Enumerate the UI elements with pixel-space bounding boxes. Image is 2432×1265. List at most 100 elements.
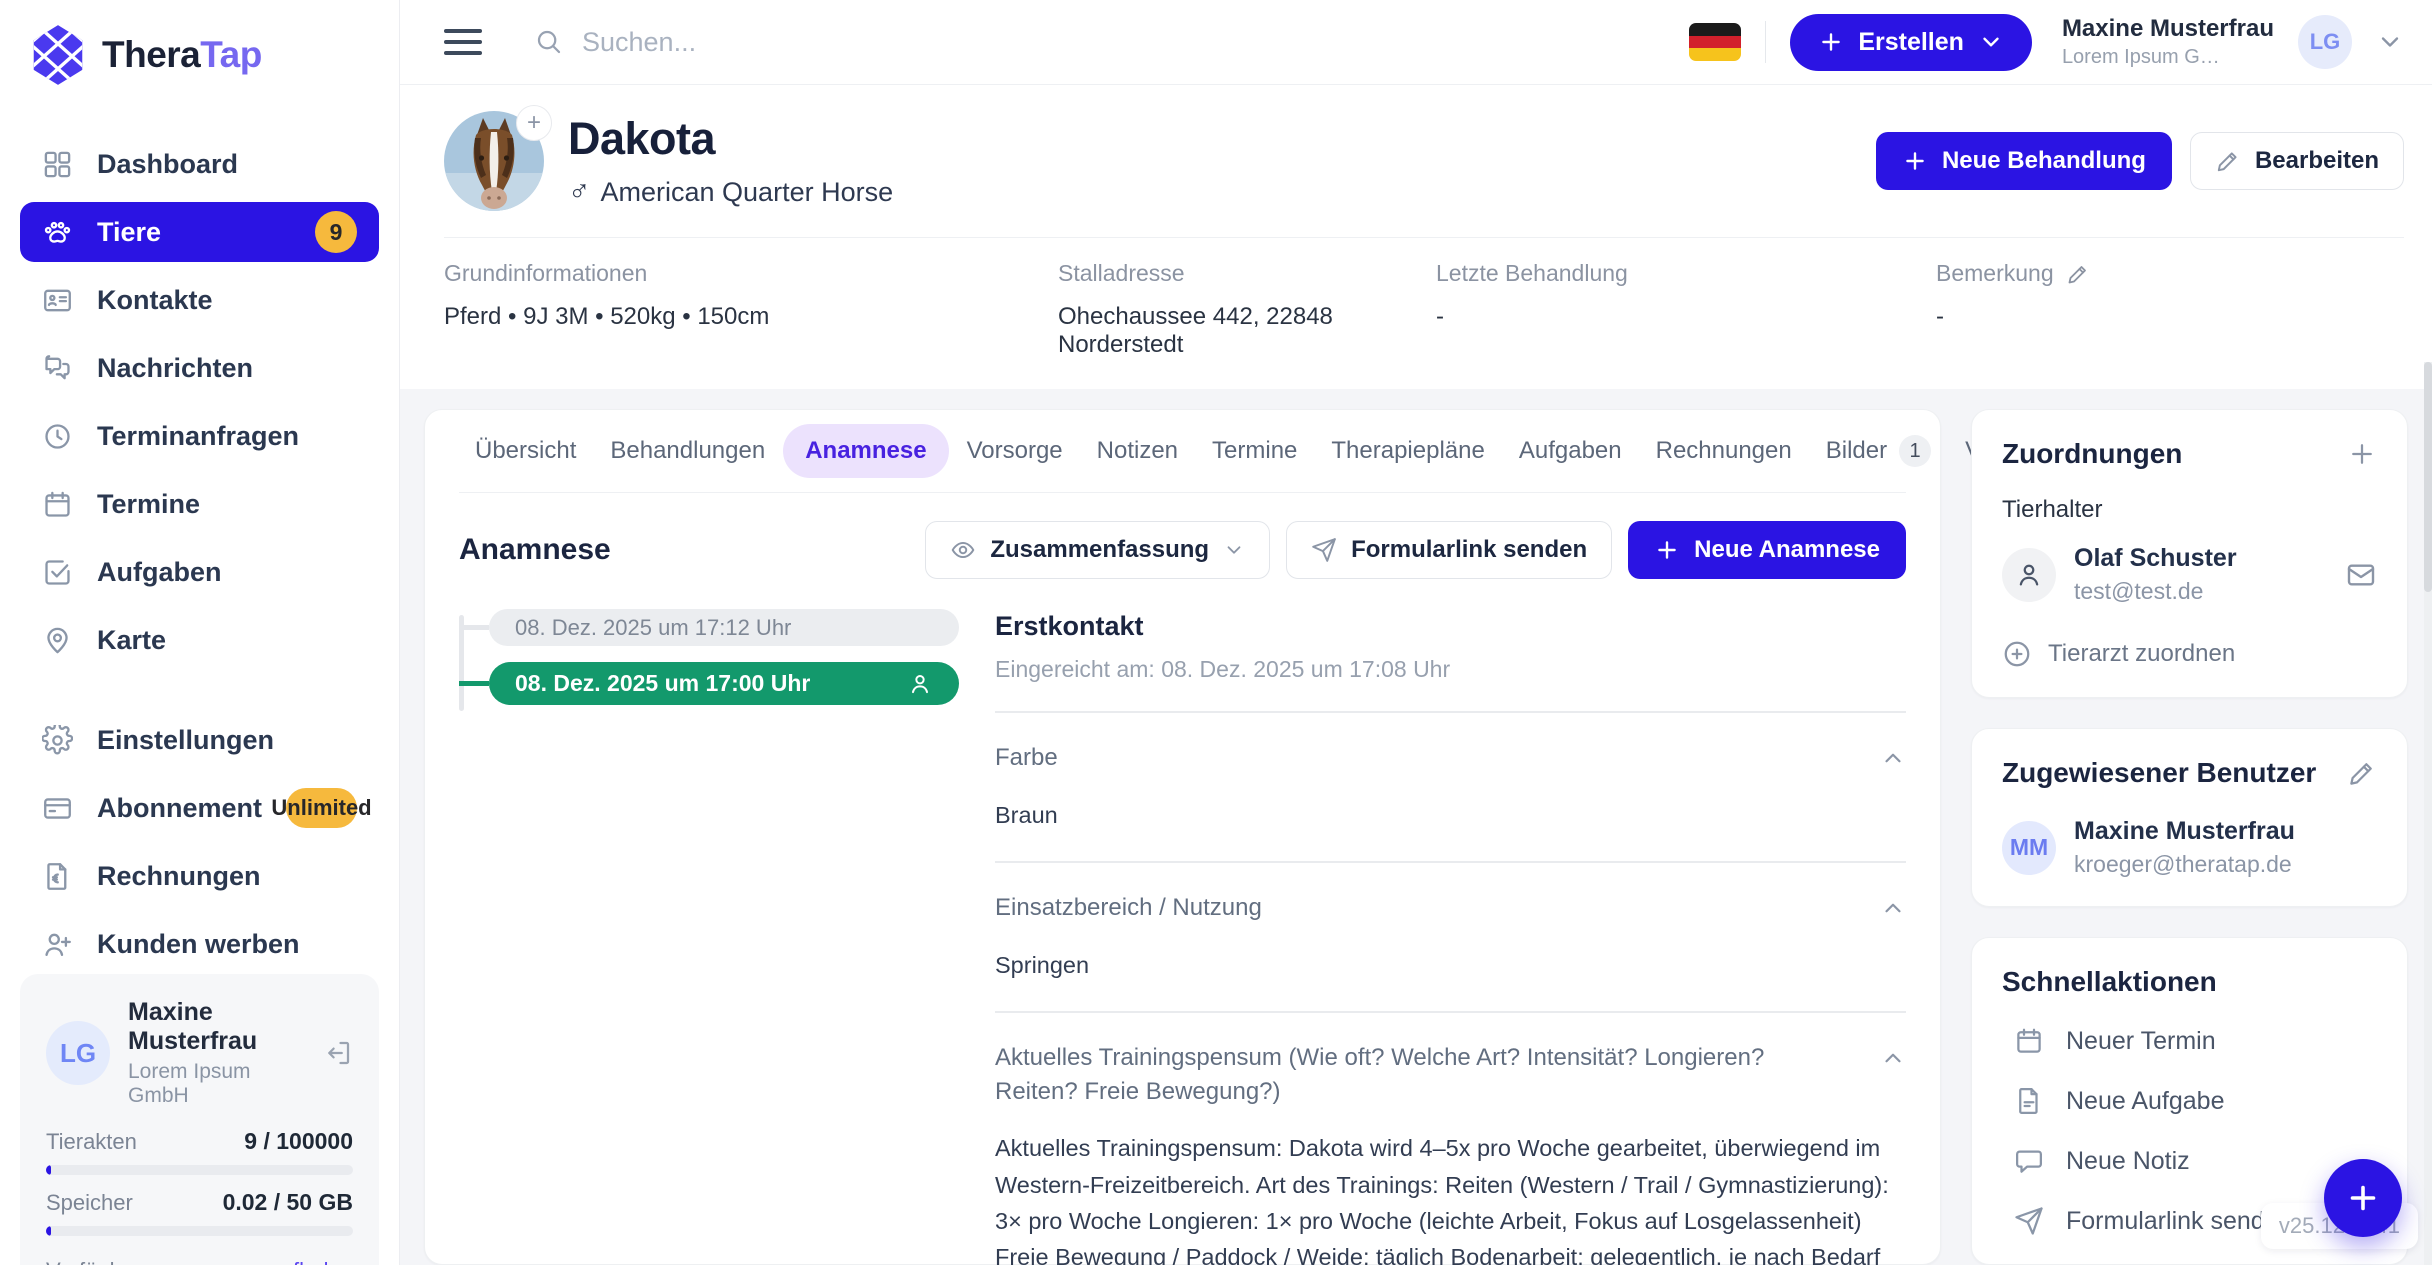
tab-uebersicht[interactable]: Übersicht — [459, 424, 592, 478]
add-assignment-button[interactable] — [2347, 439, 2377, 469]
sidebar-item-einstellungen[interactable]: Einstellungen — [20, 710, 379, 770]
right-column: Zuordnungen Tierhalter Olaf Schuster tes… — [1971, 409, 2408, 1265]
chevron-down-icon — [1978, 29, 2004, 55]
tab-aufgaben[interactable]: Aufgaben — [1503, 424, 1638, 478]
chevron-down-icon — [1223, 539, 1245, 561]
chevron-up-icon — [1880, 745, 1906, 771]
question-label: Einsatzbereich / Nutzung — [995, 891, 1880, 925]
send-form-link-button[interactable]: Formularlink senden — [1286, 521, 1612, 579]
sidebar-item-label: Kunden werben — [97, 929, 300, 960]
assign-vet-button[interactable]: Tierarzt zuordnen — [2002, 639, 2377, 669]
info-label: Grundinformationen — [444, 260, 647, 287]
language-flag-de[interactable] — [1689, 23, 1741, 61]
timeline-entry-1712[interactable]: 08. Dez. 2025 um 17:12 Uhr — [489, 609, 959, 646]
bilder-count-badge: 1 — [1899, 435, 1931, 467]
tab-termine[interactable]: Termine — [1196, 424, 1313, 478]
app-root: TheraTap Dashboard Tiere 9 Kontakte Nach… — [0, 0, 2432, 1265]
animal-info-row: Grundinformationen Pferd • 9J 3M • 520kg… — [444, 237, 2404, 389]
sidebar-item-label: Nachrichten — [97, 353, 253, 384]
owner-row[interactable]: Olaf Schuster test@test.de — [2002, 544, 2377, 605]
new-treatment-button[interactable]: Neue Behandlung — [1876, 132, 2172, 190]
menu-toggle-button[interactable] — [444, 22, 482, 62]
theratoken-topup-link[interactable]: aufladen — [269, 1258, 353, 1265]
email-owner-button[interactable] — [2345, 559, 2377, 591]
sidebar-item-kontakte[interactable]: Kontakte — [20, 270, 379, 330]
logout-button[interactable] — [323, 1038, 353, 1068]
tab-anamnese[interactable]: Anamnese — [783, 424, 948, 478]
quick-action-new-note[interactable]: Neue Notiz — [2002, 1146, 2377, 1176]
sidebar-item-karte[interactable]: Karte — [20, 610, 379, 670]
tab-notizen[interactable]: Notizen — [1081, 424, 1194, 478]
sidebar-item-abonnement[interactable]: Abonnement Unlimited — [20, 778, 379, 838]
account-name: Maxine Musterfrau — [128, 998, 305, 1056]
question-label: Aktuelles Trainingspensum (Wie oft? Welc… — [995, 1041, 1880, 1108]
floating-add-button[interactable] — [2324, 1159, 2402, 1237]
create-button[interactable]: Erstellen — [1790, 14, 2032, 71]
new-anamnese-button[interactable]: Neue Anamnese — [1628, 521, 1906, 579]
summary-button[interactable]: Zusammenfassung — [925, 521, 1270, 579]
sidebar-item-tiere[interactable]: Tiere 9 — [20, 202, 379, 262]
sidebar-item-rechnungen[interactable]: Rechnungen — [20, 846, 379, 906]
page-title: Dakota — [568, 113, 893, 165]
sidebar-item-nachrichten[interactable]: Nachrichten — [20, 338, 379, 398]
sidebar-item-termine[interactable]: Termine — [20, 474, 379, 534]
check-square-icon — [42, 557, 73, 588]
topbar-user-company: Lorem Ipsum G… — [2062, 46, 2274, 69]
invoice-icon — [42, 861, 73, 892]
tab-behandlungen[interactable]: Behandlungen — [594, 424, 781, 478]
sidebar-item-aufgaben[interactable]: Aufgaben — [20, 542, 379, 602]
scrollbar-thumb[interactable] — [2424, 362, 2432, 592]
avatar-add-photo-button[interactable]: + — [516, 105, 552, 141]
entry-submitted-at: Eingereicht am: 08. Dez. 2025 um 17:08 U… — [995, 656, 1906, 683]
question-section-farbe: Farbe Braun — [995, 741, 1906, 833]
sidebar-item-kunden-werben[interactable]: Kunden werben — [20, 914, 379, 974]
assigned-user-email: kroeger@theratap.de — [2074, 851, 2295, 878]
user-plus-icon — [42, 929, 73, 960]
page-scrollbar[interactable] — [2424, 362, 2432, 1265]
tab-bilder-label: Bilder — [1826, 437, 1887, 465]
brand-name: TheraTap — [102, 34, 262, 76]
anamnese-section-title: Anamnese — [459, 533, 611, 567]
question-toggle-einsatzbereich[interactable]: Einsatzbereich / Nutzung — [995, 891, 1906, 925]
timeline-entry-1700[interactable]: 08. Dez. 2025 um 17:00 Uhr — [489, 662, 959, 705]
question-section-einsatzbereich: Einsatzbereich / Nutzung Springen — [995, 891, 1906, 983]
tierakten-value: 9 / 100000 — [244, 1128, 353, 1155]
info-value-bemerkung: - — [1936, 303, 2404, 331]
tab-rechnungen[interactable]: Rechnungen — [1640, 424, 1808, 478]
account-company: Lorem Ipsum GmbH — [128, 1060, 305, 1108]
tab-therapieplaene[interactable]: Therapiepläne — [1315, 424, 1500, 478]
content-area: Übersicht Behandlungen Anamnese Vorsorge… — [400, 389, 2432, 1265]
pencil-icon — [2215, 148, 2241, 174]
plus-icon — [2345, 1180, 2381, 1216]
brand-logo[interactable]: TheraTap — [20, 22, 379, 96]
tab-bilder[interactable]: Bilder 1 — [1810, 422, 1947, 480]
map-pin-icon — [42, 625, 73, 656]
question-section-trainingspensum: Aktuelles Trainingspensum (Wie oft? Welc… — [995, 1041, 1906, 1265]
edit-button[interactable]: Bearbeiten — [2190, 132, 2404, 190]
assigned-user-avatar: MM — [2002, 821, 2056, 875]
sidebar-item-dashboard[interactable]: Dashboard — [20, 134, 379, 194]
quick-action-new-task[interactable]: Neue Aufgabe — [2002, 1086, 2377, 1116]
sidebar-item-label: Abonnement — [97, 793, 262, 824]
question-label: Farbe — [995, 741, 1880, 775]
new-treatment-label: Neue Behandlung — [1942, 147, 2146, 175]
credit-card-icon — [42, 793, 73, 824]
sidebar-item-terminanfragen[interactable]: Terminanfragen — [20, 406, 379, 466]
question-toggle-farbe[interactable]: Farbe — [995, 741, 1906, 775]
sidebar-item-label: Termine — [97, 489, 200, 520]
topbar-avatar[interactable]: LG — [2298, 15, 2352, 69]
tab-vorsorge[interactable]: Vorsorge — [951, 424, 1079, 478]
calendar-icon — [2014, 1026, 2044, 1056]
speicher-progressbar — [46, 1226, 353, 1236]
assigned-user-card: Zugewiesener Benutzer MM Maxine Musterfr… — [1971, 728, 2408, 907]
search-input[interactable] — [582, 27, 1182, 58]
quick-action-new-appointment[interactable]: Neuer Termin — [2002, 1026, 2377, 1056]
animal-detail-card: Übersicht Behandlungen Anamnese Vorsorge… — [424, 409, 1941, 1265]
question-toggle-trainingspensum[interactable]: Aktuelles Trainingspensum (Wie oft? Welc… — [995, 1041, 1906, 1108]
sidebar-item-label: Kontakte — [97, 285, 213, 316]
quick-action-label: Formularlink senden — [2066, 1207, 2293, 1236]
pencil-icon[interactable] — [2066, 262, 2090, 286]
edit-assigned-user-button[interactable] — [2347, 758, 2377, 788]
assigned-user-row[interactable]: MM Maxine Musterfrau kroeger@theratap.de — [2002, 817, 2377, 878]
user-menu-toggle[interactable] — [2376, 28, 2404, 56]
